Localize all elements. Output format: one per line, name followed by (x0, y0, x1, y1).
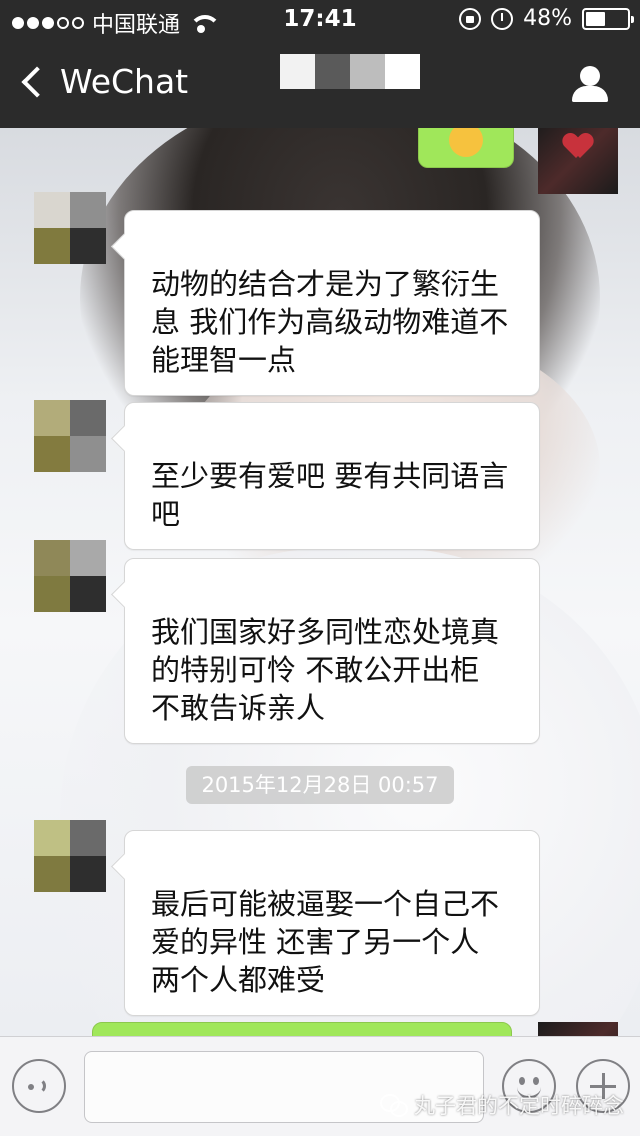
received-message-bubble[interactable]: 我们国家好多同性恋处境真 的特别可怜 不敢公开出柜 不敢告诉亲人 (124, 558, 540, 744)
message-text: 我们国家好多同性恋处境真 的特别可怜 不敢公开出柜 不敢告诉亲人 (151, 615, 500, 725)
voice-input-button[interactable] (12, 1059, 66, 1113)
alarm-icon (491, 7, 514, 30)
chevron-left-icon (21, 65, 53, 98)
self-avatar[interactable] (538, 1022, 618, 1036)
chat-timestamp: 2015年12月28日 00:57 (186, 766, 454, 804)
contact-avatar[interactable] (34, 540, 106, 612)
message-text: 最后可能被逼娶一个自己不 爱的异性 还害了另一个人 两个人都难受 (151, 887, 500, 997)
watermark: 丸子君的不定时碎碎念 (380, 1090, 624, 1120)
contact-avatar[interactable] (34, 400, 106, 472)
nav-bar: WeChat (0, 40, 640, 128)
chat-message-area[interactable]: 动物的结合才是为了繁衍生 息 我们作为高级动物难道不 能理智一点 至少要有爱吧 … (0, 128, 640, 1036)
rotation-lock-icon (459, 7, 482, 30)
self-avatar[interactable] (538, 128, 618, 194)
heart-icon (564, 134, 592, 160)
chat-input-bar (0, 1036, 640, 1136)
battery-percent: 48% (523, 6, 572, 31)
chat-title-redacted (280, 54, 420, 89)
back-button[interactable]: WeChat (18, 62, 188, 101)
contact-avatar[interactable] (34, 820, 106, 892)
voice-wave-icon (30, 1078, 46, 1094)
status-bar: 中国联通 17:41 48% (0, 0, 640, 40)
message-text: 至少要有爱吧 要有共同语言 吧 (151, 459, 509, 531)
back-label: WeChat (60, 62, 189, 101)
message-text: 动物的结合才是为了繁衍生 息 我们作为高级动物难道不 能理智一点 (151, 267, 509, 377)
contact-avatar[interactable] (34, 192, 106, 264)
status-right: 48% (459, 6, 634, 31)
emoji-eye-icon (519, 1077, 525, 1085)
chat-info-person-icon[interactable] (570, 66, 610, 104)
received-message-bubble[interactable]: 最后可能被逼娶一个自己不 爱的异性 还害了另一个人 两个人都难受 (124, 830, 540, 1016)
wechat-logo-icon (380, 1094, 408, 1117)
received-message-bubble[interactable]: 动物的结合才是为了繁衍生 息 我们作为高级动物难道不 能理智一点 (124, 210, 540, 396)
sent-message-bubble[interactable] (418, 128, 514, 168)
received-message-bubble[interactable]: 至少要有爱吧 要有共同语言 吧 (124, 402, 540, 550)
battery-fill (586, 11, 606, 26)
battery-icon (582, 7, 634, 30)
emoji-icon (449, 128, 483, 157)
sent-message-bubble[interactable] (92, 1022, 512, 1036)
emoji-eye-icon (533, 1077, 539, 1085)
watermark-text: 丸子君的不定时碎碎念 (414, 1094, 624, 1118)
